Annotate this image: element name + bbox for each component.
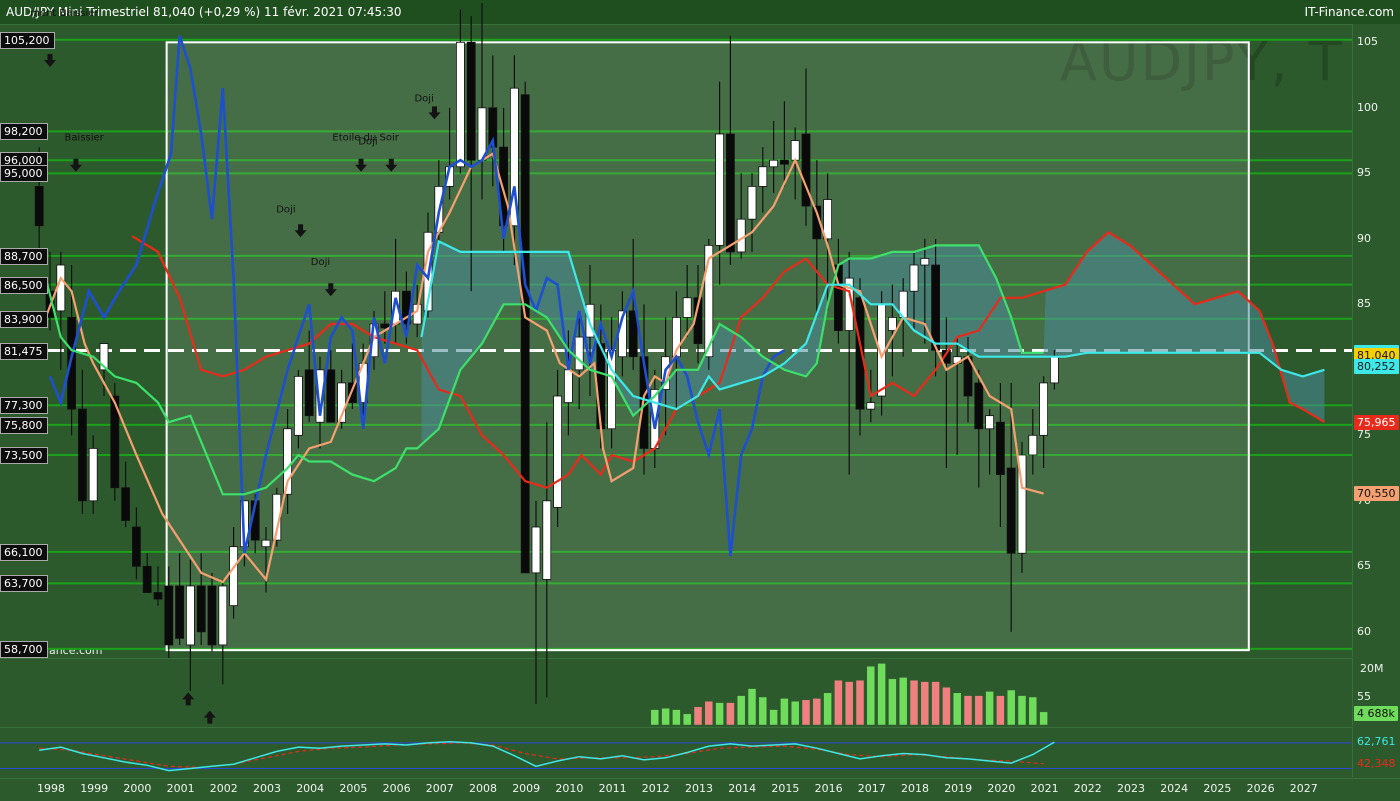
time-tick-label: 2018	[901, 782, 929, 795]
time-tick-label: 2013	[685, 782, 713, 795]
volume-value-tag: 4 688k	[1354, 706, 1398, 721]
chart-title: AUD/JPY Mini Trimestriel 81,040 (+0,29 %…	[6, 5, 402, 19]
price-tick-label: 65	[1357, 559, 1371, 573]
level-label[interactable]: 95,000	[0, 165, 48, 183]
price-tag: 75,965	[1354, 414, 1399, 430]
time-tick-label: 2015	[771, 782, 800, 795]
time-tick-label: 2021	[1030, 782, 1059, 795]
oscillator-panel[interactable]	[0, 727, 1352, 778]
level-label[interactable]: 77,300	[0, 397, 48, 415]
oscillator-value-tag: 62,761	[1354, 734, 1399, 750]
oscillator-value-tag: 42,348	[1354, 755, 1399, 771]
time-tick-label: 2025	[1203, 782, 1232, 795]
time-tick-label: 2005	[339, 782, 368, 795]
time-tick-label: 2020	[987, 782, 1016, 795]
price-tick-label: 105	[1357, 35, 1378, 49]
level-label[interactable]: 75,800	[0, 416, 48, 434]
volume-panel[interactable]	[0, 658, 1352, 727]
time-tick-label: 2001	[166, 782, 195, 795]
price-tick-label: 55	[1357, 690, 1371, 704]
chart-window: AUD/JPY Mini Trimestriel 81,040 (+0,29 %…	[0, 0, 1400, 801]
time-tick-label: 2007	[425, 782, 454, 795]
price-tick-label: 85	[1357, 297, 1371, 311]
time-tick-label: 2016	[814, 782, 843, 795]
price-panel[interactable]	[0, 24, 1352, 658]
level-label[interactable]: 98,200	[0, 123, 48, 141]
symbol-watermark: AUDJPY, T	[1060, 30, 1344, 93]
title-bar: AUD/JPY Mini Trimestriel 81,040 (+0,29 %…	[0, 0, 1400, 24]
time-tick-label: 1998	[37, 782, 65, 795]
price-tick-label: 95	[1357, 166, 1371, 180]
price-tag: 80,252	[1354, 358, 1399, 374]
time-tick-label: 2026	[1246, 782, 1275, 795]
time-tick-label: 2012	[641, 782, 670, 795]
time-tick-label: 2019	[944, 782, 973, 795]
time-tick-label: 2017	[857, 782, 886, 795]
time-tick-label: 2014	[728, 782, 757, 795]
brand-label[interactable]: IT-Finance.com	[1305, 0, 1394, 24]
time-tick-label: 2024	[1160, 782, 1189, 795]
time-tick-label: 2022	[1073, 782, 1102, 795]
level-label[interactable]: 86,500	[0, 276, 48, 294]
time-tick-label: 2008	[469, 782, 497, 795]
time-tick-label: 2006	[382, 782, 411, 795]
level-label[interactable]: 83,900	[0, 310, 48, 328]
time-tick-label: 1999	[80, 782, 109, 795]
time-tick-label: 2011	[598, 782, 627, 795]
time-tick-label: 2000	[123, 782, 152, 795]
price-tag: 70,550	[1354, 485, 1399, 501]
price-tick-label: 90	[1357, 231, 1371, 245]
level-label[interactable]: 63,700	[0, 575, 48, 593]
time-tick-label: 2010	[555, 782, 584, 795]
level-label[interactable]: 81,475	[0, 342, 48, 360]
volume-tick-label: 20M	[1360, 662, 1384, 675]
price-tick-label: 100	[1357, 100, 1378, 114]
level-label[interactable]: 58,700	[0, 640, 48, 658]
time-tick-label: 2009	[512, 782, 541, 795]
time-tick-label: 2004	[296, 782, 325, 795]
time-tick-label: 2023	[1117, 782, 1145, 795]
level-label[interactable]: 66,100	[0, 543, 48, 561]
price-tick-label: 75	[1357, 428, 1371, 442]
time-tick-label: 2027	[1289, 782, 1318, 795]
price-tick-label: 60	[1357, 624, 1371, 638]
level-label[interactable]: 105,200	[0, 31, 55, 49]
level-label[interactable]: 88,700	[0, 247, 48, 265]
time-tick-label: 2003	[253, 782, 281, 795]
level-label[interactable]: 73,500	[0, 446, 48, 464]
time-tick-label: 2002	[209, 782, 238, 795]
